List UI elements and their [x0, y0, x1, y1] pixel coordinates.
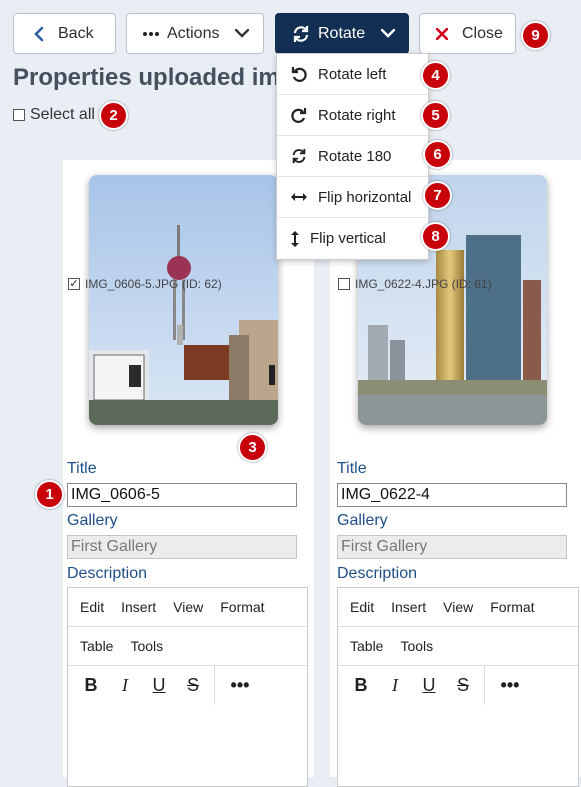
- underline-icon[interactable]: U: [412, 675, 446, 696]
- editor-menubar-2: Table Tools: [68, 627, 307, 666]
- image-thumbnail-1[interactable]: [89, 175, 278, 425]
- close-icon: [436, 27, 448, 40]
- menu-view[interactable]: View: [173, 599, 203, 615]
- callout-badge-6: 6: [423, 140, 452, 169]
- menu-item-label: Flip vertical: [310, 230, 386, 247]
- rotate-label: Rotate: [318, 24, 366, 42]
- more-icon[interactable]: •••: [223, 675, 257, 696]
- select-all-checkbox[interactable]: Select all: [13, 106, 95, 124]
- filename-label: IMG_0606-5.JPG (ID: 62): [85, 277, 222, 291]
- menu-item-label: Rotate left: [318, 65, 387, 83]
- title-input[interactable]: IMG_0606-5: [67, 483, 297, 507]
- rotate-left-icon: [289, 66, 309, 82]
- checkbox[interactable]: [338, 278, 350, 290]
- menu-insert[interactable]: Insert: [391, 599, 426, 615]
- flip-horizontal-icon: [289, 192, 309, 202]
- divider: [214, 666, 215, 705]
- italic-icon[interactable]: I: [378, 675, 412, 696]
- editor-menubar-2: Table Tools: [338, 627, 578, 666]
- strikethrough-icon[interactable]: S: [446, 675, 480, 696]
- back-label: Back: [58, 24, 94, 42]
- actions-label: Actions: [167, 24, 220, 42]
- bold-icon[interactable]: B: [344, 675, 378, 696]
- menu-item-flip-horizontal[interactable]: Flip horizontal: [277, 177, 428, 218]
- callout-badge-1: 1: [35, 480, 64, 509]
- rotate-180-icon: [289, 148, 309, 164]
- editor-menubar: Edit Insert View Format: [68, 588, 307, 627]
- chevron-left-icon: [34, 26, 44, 42]
- menu-table[interactable]: Table: [80, 638, 113, 654]
- strikethrough-icon[interactable]: S: [176, 675, 210, 696]
- sync-icon: [292, 25, 310, 43]
- menu-item-flip-vertical[interactable]: Flip vertical: [277, 218, 428, 259]
- menu-item-rotate-180[interactable]: Rotate 180: [277, 136, 428, 177]
- menu-item-label: Rotate 180: [318, 147, 392, 165]
- close-label: Close: [462, 24, 503, 42]
- menu-edit[interactable]: Edit: [80, 599, 104, 615]
- editor-format-bar: B I U S •••: [338, 666, 578, 705]
- menu-insert[interactable]: Insert: [121, 599, 156, 615]
- flip-vertical-icon: [289, 230, 301, 248]
- menu-tools[interactable]: Tools: [400, 638, 433, 654]
- editor-format-bar: B I U S •••: [68, 666, 307, 705]
- title-label: Title: [67, 460, 97, 477]
- bold-icon[interactable]: B: [74, 675, 108, 696]
- gallery-label: Gallery: [67, 512, 118, 529]
- menu-table[interactable]: Table: [350, 638, 383, 654]
- title-input[interactable]: IMG_0622-4: [337, 483, 567, 507]
- menu-format[interactable]: Format: [490, 599, 534, 615]
- back-button[interactable]: Back: [13, 13, 116, 54]
- title-label: Title: [337, 460, 367, 477]
- callout-badge-8: 8: [421, 222, 450, 251]
- menu-view[interactable]: View: [443, 599, 473, 615]
- ellipsis-icon: [143, 31, 159, 36]
- menu-tools[interactable]: Tools: [130, 638, 163, 654]
- editor-menubar: Edit Insert View Format: [338, 588, 578, 627]
- menu-item-rotate-right[interactable]: Rotate right: [277, 95, 428, 136]
- rotate-right-icon: [289, 107, 309, 123]
- description-editor[interactable]: Edit Insert View Format Table Tools B I …: [67, 587, 308, 787]
- callout-badge-2: 2: [99, 101, 128, 130]
- checkbox-checked[interactable]: ✓: [68, 278, 80, 290]
- close-button[interactable]: Close: [419, 13, 516, 54]
- actions-button[interactable]: Actions: [126, 13, 264, 54]
- checkbox[interactable]: [13, 109, 25, 121]
- callout-badge-4: 4: [421, 61, 450, 90]
- italic-icon[interactable]: I: [108, 675, 142, 696]
- menu-item-label: Flip horizontal: [318, 188, 412, 206]
- menu-edit[interactable]: Edit: [350, 599, 374, 615]
- chevron-down-icon: [235, 29, 250, 38]
- gallery-label: Gallery: [337, 512, 388, 529]
- filename-label: IMG_0622-4.JPG (ID: 61): [355, 277, 492, 291]
- gallery-input: First Gallery: [67, 535, 297, 559]
- callout-badge-3: 3: [238, 433, 267, 462]
- divider: [484, 666, 485, 705]
- description-label: Description: [337, 565, 418, 582]
- menu-item-rotate-left[interactable]: Rotate left: [277, 54, 428, 95]
- more-icon[interactable]: •••: [493, 675, 527, 696]
- image-1-filename: ✓ IMG_0606-5.JPG (ID: 62): [68, 277, 222, 291]
- menu-item-label: Rotate right: [318, 106, 396, 124]
- description-label: Description: [67, 565, 148, 582]
- underline-icon[interactable]: U: [142, 675, 176, 696]
- description-editor[interactable]: Edit Insert View Format Table Tools B I …: [337, 587, 579, 787]
- callout-badge-5: 5: [421, 101, 450, 130]
- menu-format[interactable]: Format: [220, 599, 264, 615]
- image-2-filename: IMG_0622-4.JPG (ID: 61): [338, 277, 492, 291]
- callout-badge-7: 7: [423, 181, 452, 210]
- rotate-dropdown-menu: Rotate left Rotate right Rotate 180 Flip…: [276, 53, 429, 260]
- select-all-label: Select all: [30, 106, 95, 123]
- chevron-down-icon: [381, 29, 396, 38]
- gallery-input: First Gallery: [337, 535, 567, 559]
- rotate-button[interactable]: Rotate: [275, 13, 409, 54]
- callout-badge-9: 9: [521, 21, 550, 50]
